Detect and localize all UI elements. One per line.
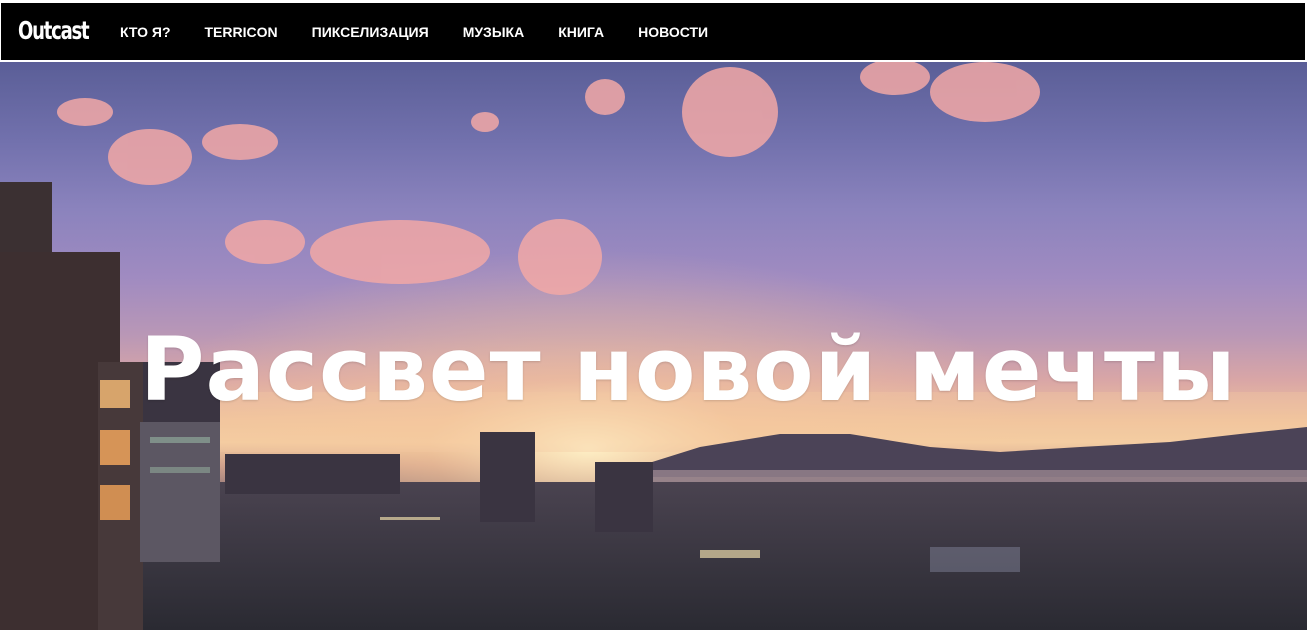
- nav-item-pixelization[interactable]: ПИКСЕЛИЗАЦИЯ: [312, 24, 429, 40]
- nav-item-terricon[interactable]: TERRICON: [205, 24, 278, 40]
- hero-banner: Рассвет новой мечты: [0, 62, 1307, 630]
- site-logo[interactable]: Outcast: [18, 17, 90, 46]
- nav-item-news[interactable]: НОВОСТИ: [638, 24, 708, 40]
- nav-item-book[interactable]: КНИГА: [558, 24, 604, 40]
- nav-item-about[interactable]: КТО Я?: [120, 24, 171, 40]
- main-nav: КТО Я? TERRICON ПИКСЕЛИЗАЦИЯ МУЗЫКА КНИГ…: [120, 24, 742, 40]
- navbar: Outcast КТО Я? TERRICON ПИКСЕЛИЗАЦИЯ МУЗ…: [1, 3, 1305, 60]
- nav-item-music[interactable]: МУЗЫКА: [463, 24, 525, 40]
- site-header: Outcast КТО Я? TERRICON ПИКСЕЛИЗАЦИЯ МУЗ…: [0, 0, 1307, 62]
- hero-title: Рассвет новой мечты: [140, 317, 1237, 421]
